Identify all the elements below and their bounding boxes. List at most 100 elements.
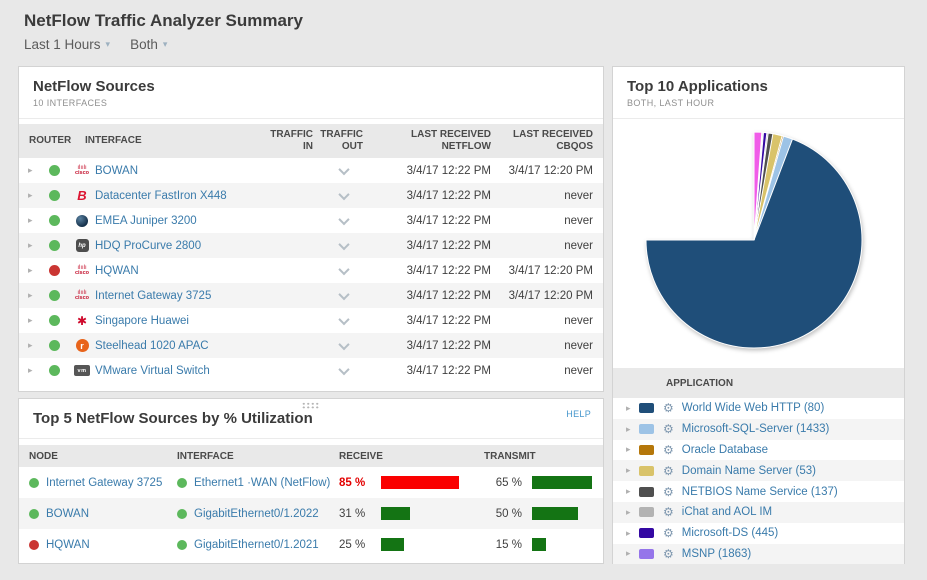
interface-link[interactable]: HDQ ProCurve 2800 — [95, 240, 263, 252]
column-traffic-in[interactable]: TRAFFIC IN — [263, 129, 313, 154]
status-up-icon — [49, 240, 60, 251]
column-receive[interactable]: RECEIVE — [339, 451, 484, 462]
application-link[interactable]: MSNP (1863) — [682, 548, 751, 560]
chevron-down-icon[interactable] — [338, 163, 349, 174]
gear-icon: ⚙ — [663, 444, 674, 456]
receive-percent: 31 % — [339, 508, 381, 520]
caret-right-icon[interactable]: ▸ — [613, 528, 629, 539]
column-interface[interactable]: INTERFACE — [177, 451, 339, 462]
last-received-cbqos-value: never — [491, 190, 603, 202]
gear-icon: ⚙ — [663, 527, 674, 539]
table-row: BOWANGigabitEthernet0/1.202231 %50 % — [19, 498, 603, 529]
gear-icon: ⚙ — [663, 402, 674, 414]
interface-link[interactable]: Steelhead 1020 APAC — [95, 340, 263, 352]
column-last-received-cbqos[interactable]: LAST RECEIVED CBQOS — [491, 129, 603, 154]
cisco-logo-icon: ılıılıcisco — [75, 266, 89, 275]
interface-link[interactable]: Internet Gateway 3725 — [95, 290, 263, 302]
list-item: ▸⚙MSNP (1863) — [613, 544, 904, 565]
last-received-netflow-value: 3/4/17 12:22 PM — [363, 240, 491, 252]
chevron-down-icon[interactable] — [338, 313, 349, 324]
netflow-sources-subtitle: 10 INTERFACES — [33, 98, 589, 108]
node-link[interactable]: Internet Gateway 3725 — [46, 477, 162, 489]
caret-right-icon[interactable]: ▸ — [613, 424, 629, 435]
caret-down-icon: ▾ — [106, 39, 111, 50]
chevron-down-icon[interactable] — [338, 363, 349, 374]
interface-link[interactable]: Singapore Huawei — [95, 315, 263, 327]
status-up-icon — [49, 315, 60, 326]
table-row: ▸hpHDQ ProCurve 28003/4/17 12:22 PMnever — [19, 233, 603, 258]
interface-link[interactable]: GigabitEthernet0/1.2021 — [194, 539, 319, 551]
application-link[interactable]: Microsoft-DS (445) — [682, 527, 779, 539]
application-link[interactable]: Oracle Database — [682, 444, 768, 456]
application-link[interactable]: Domain Name Server (53) — [682, 465, 816, 477]
table-row: Internet Gateway 3725 Ethernet1 ·WAN (Net… — [19, 467, 603, 498]
help-link[interactable]: HELP — [566, 409, 591, 419]
interface-link[interactable]: Ethernet1 ·WAN (NetFlow) — [194, 477, 330, 489]
caret-down-icon: ▾ — [163, 39, 168, 50]
list-item: ▸⚙NETBIOS Name Service (137) — [613, 481, 904, 502]
interface-link[interactable]: EMEA Juniper 3200 — [95, 215, 263, 227]
caret-right-icon[interactable]: ▸ — [613, 465, 629, 476]
juniper-logo-icon — [76, 215, 88, 227]
caret-right-icon[interactable]: ▸ — [19, 315, 39, 326]
column-node[interactable]: NODE — [19, 451, 177, 462]
gear-icon: ⚙ — [663, 506, 674, 518]
application-link[interactable]: World Wide Web HTTP (80) — [682, 402, 825, 414]
interface-link[interactable]: Datacenter FastIron X448 — [95, 190, 263, 202]
column-interface[interactable]: INTERFACE — [85, 135, 263, 148]
receive-utilization-bar — [381, 538, 404, 551]
application-color-swatch — [639, 507, 654, 517]
column-application[interactable]: APPLICATION — [666, 378, 733, 389]
transmit-percent: 65 % — [484, 477, 522, 489]
chevron-down-icon[interactable] — [338, 238, 349, 249]
column-router[interactable]: ROUTER — [19, 135, 85, 148]
caret-right-icon[interactable]: ▸ — [613, 548, 629, 559]
direction-dropdown[interactable]: Both ▾ — [130, 37, 167, 52]
caret-right-icon[interactable]: ▸ — [613, 444, 629, 455]
column-transmit[interactable]: TRANSMIT — [484, 451, 603, 462]
table-row: ▸✱Singapore Huawei3/4/17 12:22 PMnever — [19, 308, 603, 333]
direction-label: Both — [130, 37, 158, 52]
cisco-logo-icon: ılıılıcisco — [75, 166, 89, 175]
time-range-dropdown[interactable]: Last 1 Hours ▾ — [24, 37, 110, 52]
chevron-down-icon[interactable] — [338, 338, 349, 349]
caret-right-icon[interactable]: ▸ — [19, 240, 39, 251]
receive-utilization-bar — [381, 507, 410, 520]
last-received-netflow-value: 3/4/17 12:22 PM — [363, 340, 491, 352]
column-traffic-out[interactable]: TRAFFIC OUT — [313, 129, 363, 154]
interface-link[interactable]: HQWAN — [95, 265, 263, 277]
interface-link[interactable]: GigabitEthernet0/1.2022 — [194, 508, 319, 520]
status-up-icon — [49, 190, 60, 201]
last-received-cbqos-value: 3/4/17 12:20 PM — [491, 165, 603, 177]
gear-icon: ⚙ — [663, 423, 674, 435]
caret-right-icon[interactable]: ▸ — [19, 265, 39, 276]
chevron-down-icon[interactable] — [338, 188, 349, 199]
caret-right-icon[interactable]: ▸ — [19, 190, 39, 201]
node-link[interactable]: BOWAN — [46, 508, 89, 520]
interface-link[interactable]: BOWAN — [95, 165, 263, 177]
top5-column-headers: NODE INTERFACE RECEIVE TRANSMIT — [19, 445, 603, 467]
list-item: ▸ ⚙ Microsoft-SQL-Server (1433) — [613, 419, 904, 440]
transmit-utilization-bar — [532, 538, 546, 551]
application-link[interactable]: iChat and AOL IM — [682, 506, 772, 518]
interface-link[interactable]: VMware Virtual Switch — [95, 365, 263, 377]
chevron-down-icon[interactable] — [338, 288, 349, 299]
caret-right-icon[interactable]: ▸ — [19, 365, 39, 376]
application-link[interactable]: NETBIOS Name Service (137) — [682, 486, 838, 498]
chevron-down-icon[interactable] — [338, 263, 349, 274]
chevron-down-icon[interactable] — [338, 213, 349, 224]
column-last-received-netflow[interactable]: LAST RECEIVED NETFLOW — [363, 129, 491, 154]
caret-right-icon[interactable]: ▸ — [613, 486, 629, 497]
list-item: ▸ ⚙ Oracle Database — [613, 440, 904, 461]
application-color-swatch — [639, 466, 654, 476]
caret-right-icon[interactable]: ▸ — [19, 215, 39, 226]
caret-right-icon[interactable]: ▸ — [19, 165, 39, 176]
drag-handle-icon[interactable] — [302, 402, 321, 410]
node-link[interactable]: HQWAN — [46, 539, 90, 551]
caret-right-icon[interactable]: ▸ — [19, 290, 39, 301]
caret-right-icon[interactable]: ▸ — [613, 403, 629, 414]
caret-right-icon[interactable]: ▸ — [613, 507, 629, 518]
caret-right-icon[interactable]: ▸ — [19, 340, 39, 351]
filter-bar: Last 1 Hours ▾ Both ▾ — [24, 37, 167, 52]
application-link[interactable]: Microsoft-SQL-Server (1433) — [682, 423, 830, 435]
